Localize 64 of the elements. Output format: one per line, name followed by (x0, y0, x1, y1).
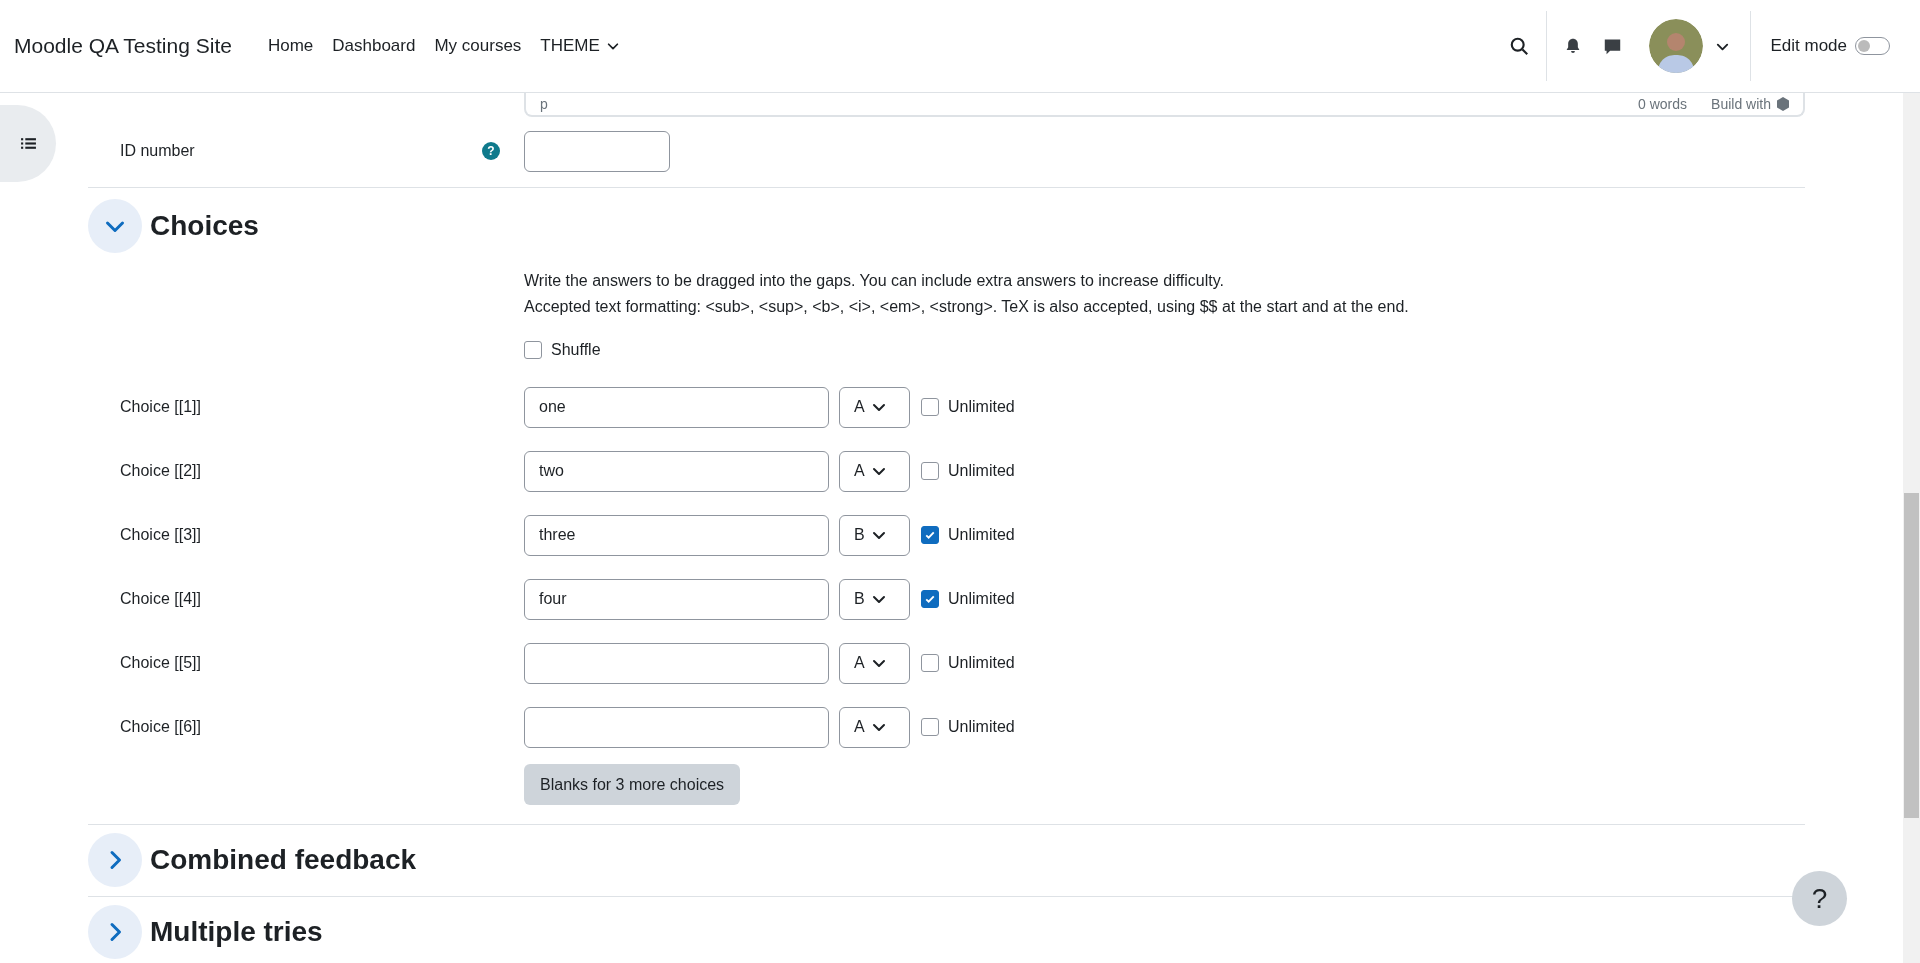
choice-label: Choice [[2]] (120, 461, 202, 481)
choice-field[interactable] (524, 642, 829, 684)
nav-link[interactable]: THEME (540, 33, 620, 59)
unlimited-checkbox[interactable] (921, 526, 939, 544)
instruction-text: Accepted text formatting: <sub>, <sup>, <b>, <i>, <em>, <strong>. TeX is also accepted, using $$ at the start and at the end. (524, 297, 1410, 317)
section-heading: Multiple tries (150, 915, 323, 949)
unlimited-checkbox[interactable] (921, 718, 939, 736)
choice-label: Choice [[4]] (120, 589, 202, 609)
edit-mode-label: Edit mode (1770, 35, 1847, 58)
add-blanks-button[interactable]: Blanks for 3 more choices (524, 764, 741, 805)
logo-icon (1777, 97, 1789, 111)
group-select[interactable]: A (839, 386, 910, 428)
word-count: 0 words (1638, 97, 1688, 111)
edit-mode-switch[interactable] (1855, 37, 1890, 55)
instruction-text: Write the answers to be dragged into the gaps. You can include extra answers to increase difficulty. (524, 271, 1225, 291)
drawer-toggle[interactable] (0, 105, 56, 182)
group-select[interactable]: A (839, 450, 910, 492)
choice-label: Choice [[5]] (120, 653, 202, 673)
choice-field[interactable]: two (524, 450, 829, 492)
choice-field[interactable]: three (524, 514, 829, 556)
unlimited-checkbox[interactable] (921, 398, 939, 416)
nav-link[interactable]: Dashboard (332, 33, 416, 59)
group-select[interactable]: B (839, 578, 910, 620)
field-label: ID number (120, 141, 196, 161)
site-name[interactable]: Moodle QA Testing Site (14, 30, 232, 62)
choice-field[interactable] (524, 706, 829, 748)
unlimited-checkbox[interactable] (921, 590, 939, 608)
section-toggle[interactable] (88, 199, 142, 253)
choice-field[interactable]: one (524, 386, 829, 428)
help-icon[interactable]: ? (482, 142, 500, 160)
nav-link[interactable]: My courses (434, 33, 522, 59)
section-toggle[interactable] (88, 905, 142, 959)
list-icon (19, 135, 37, 152)
checkbox-label: Unlimited (948, 717, 1015, 737)
branding-text: Build with (1711, 97, 1771, 111)
section-heading: Choices (150, 209, 259, 243)
checkmark-icon (924, 593, 936, 605)
unlimited-checkbox[interactable] (921, 654, 939, 672)
avatar-icon[interactable] (1649, 19, 1704, 73)
choice-field[interactable]: four (524, 578, 829, 620)
checkbox-label: Unlimited (948, 653, 1015, 673)
unlimited-checkbox[interactable] (921, 462, 939, 480)
id-number-field[interactable] (524, 130, 670, 172)
group-select[interactable]: A (839, 642, 910, 684)
section-toggle[interactable] (88, 833, 142, 887)
group-select[interactable]: A (839, 706, 910, 748)
search-icon[interactable] (1510, 36, 1530, 56)
choice-label: Choice [[6]] (120, 717, 202, 737)
checkbox-label: Shuffle (551, 340, 601, 360)
checkbox-label: Unlimited (948, 461, 1015, 481)
checkmark-icon (924, 529, 936, 541)
group-select[interactable]: B (839, 514, 910, 556)
checkbox-label: Unlimited (948, 589, 1015, 609)
help-button[interactable]: ? (1792, 871, 1847, 926)
checkbox-label: Unlimited (948, 525, 1015, 545)
chat-icon[interactable] (1603, 36, 1623, 56)
checkbox-label: Unlimited (948, 397, 1015, 417)
nav-link[interactable]: Home (267, 33, 314, 59)
section-heading: Combined feedback (150, 843, 417, 877)
choice-label: Choice [[3]] (120, 525, 202, 545)
element-path: p (540, 97, 548, 111)
scrollbar[interactable] (1903, 93, 1920, 963)
choice-label: Choice [[1]] (120, 397, 202, 417)
shuffle-checkbox[interactable] (524, 341, 542, 359)
